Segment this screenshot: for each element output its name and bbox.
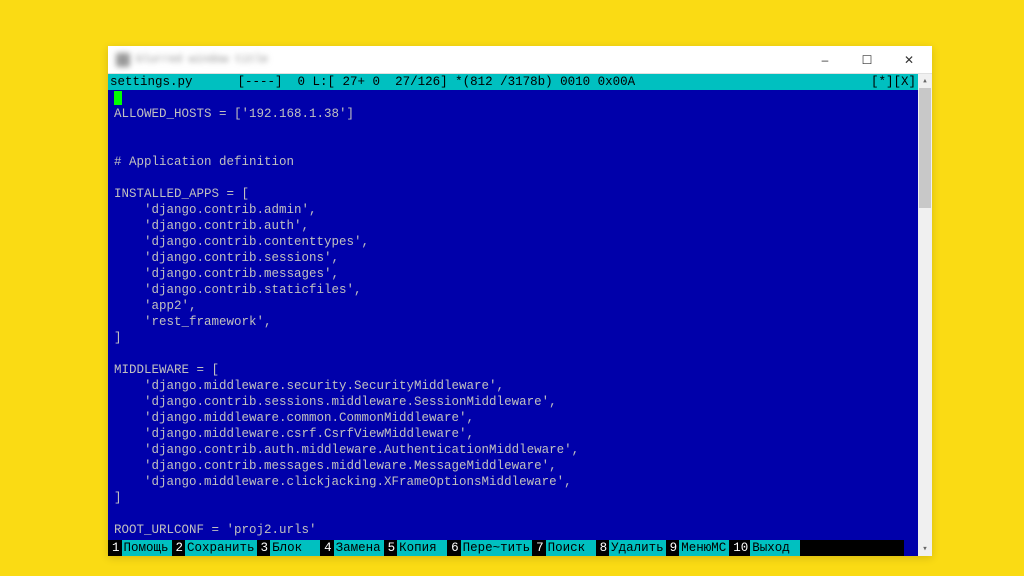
fkey-label: Помощь — [122, 540, 172, 556]
fkey-number: 1 — [108, 540, 122, 556]
fkey-number: 4 — [320, 540, 334, 556]
text-cursor — [114, 91, 122, 105]
close-button[interactable]: ✕ — [888, 47, 930, 73]
fkey-number: 5 — [384, 540, 398, 556]
fkey-label: Блок — [270, 540, 320, 556]
fkey-label: МенюMC — [679, 540, 729, 556]
scroll-up-arrow[interactable]: ▴ — [918, 74, 932, 88]
scroll-thumb[interactable] — [919, 88, 931, 208]
window-title-blurred: blurred window title — [116, 53, 268, 67]
fkey-number: 7 — [532, 540, 546, 556]
maximize-button[interactable]: ☐ — [846, 47, 888, 73]
fkey-6[interactable]: 6Пере~тить — [447, 540, 532, 556]
fkey-3[interactable]: 3Блок — [257, 540, 321, 556]
window-favicon — [116, 53, 130, 67]
fkey-4[interactable]: 4Замена — [320, 540, 384, 556]
fkey-label: Удалить — [609, 540, 666, 556]
fkey-10[interactable]: 10Выход — [729, 540, 800, 556]
vertical-scrollbar[interactable]: ▴ ▾ — [918, 74, 932, 556]
status-position: 0 L:[ 27+ 0 27/126] *(812 /3178b) 0010 0… — [283, 74, 636, 90]
minimize-button[interactable]: – — [804, 47, 846, 73]
fkey-7[interactable]: 7Поиск — [532, 540, 596, 556]
status-filename: settings.py — [110, 74, 193, 90]
fkey-5[interactable]: 5Копия — [384, 540, 448, 556]
fkey-label: Копия — [397, 540, 447, 556]
fkey-label: Замена — [334, 540, 384, 556]
status-mode: [----] — [238, 74, 283, 90]
fkey-2[interactable]: 2Сохранить — [172, 540, 257, 556]
fkey-1[interactable]: 1Помощь — [108, 540, 172, 556]
fkey-label: Сохранить — [185, 540, 257, 556]
fkey-label: Поиск — [546, 540, 596, 556]
function-key-bar: 1Помощь2Сохранить3Блок4Замена5Копия6Пере… — [108, 540, 904, 556]
app-window: blurred window title – ☐ ✕ settings.py [… — [108, 46, 932, 556]
titlebar: blurred window title – ☐ ✕ — [108, 46, 932, 74]
editor-status-bar: settings.py [----] 0 L:[ 27+ 0 27/126] *… — [108, 74, 918, 90]
window-title-text: blurred window title — [136, 54, 268, 66]
fkey-label: Выход — [750, 540, 800, 556]
fkey-number: 8 — [596, 540, 610, 556]
fkey-number: 3 — [257, 540, 271, 556]
fkey-number: 2 — [172, 540, 186, 556]
status-gap — [193, 74, 238, 90]
status-flags: [*][X] — [871, 74, 916, 90]
fkey-9[interactable]: 9МенюMC — [666, 540, 730, 556]
editor-area: settings.py [----] 0 L:[ 27+ 0 27/126] *… — [108, 74, 932, 556]
fkey-label: Пере~тить — [461, 540, 533, 556]
fkey-number: 9 — [666, 540, 680, 556]
mcedit-terminal[interactable]: settings.py [----] 0 L:[ 27+ 0 27/126] *… — [108, 74, 918, 556]
fkey-number: 6 — [447, 540, 461, 556]
fkey-8[interactable]: 8Удалить — [596, 540, 666, 556]
scroll-down-arrow[interactable]: ▾ — [918, 542, 932, 556]
fkey-number: 10 — [729, 540, 750, 556]
code-content[interactable]: ALLOWED_HOSTS = ['192.168.1.38'] # Appli… — [108, 90, 918, 554]
window-controls: – ☐ ✕ — [804, 47, 930, 73]
